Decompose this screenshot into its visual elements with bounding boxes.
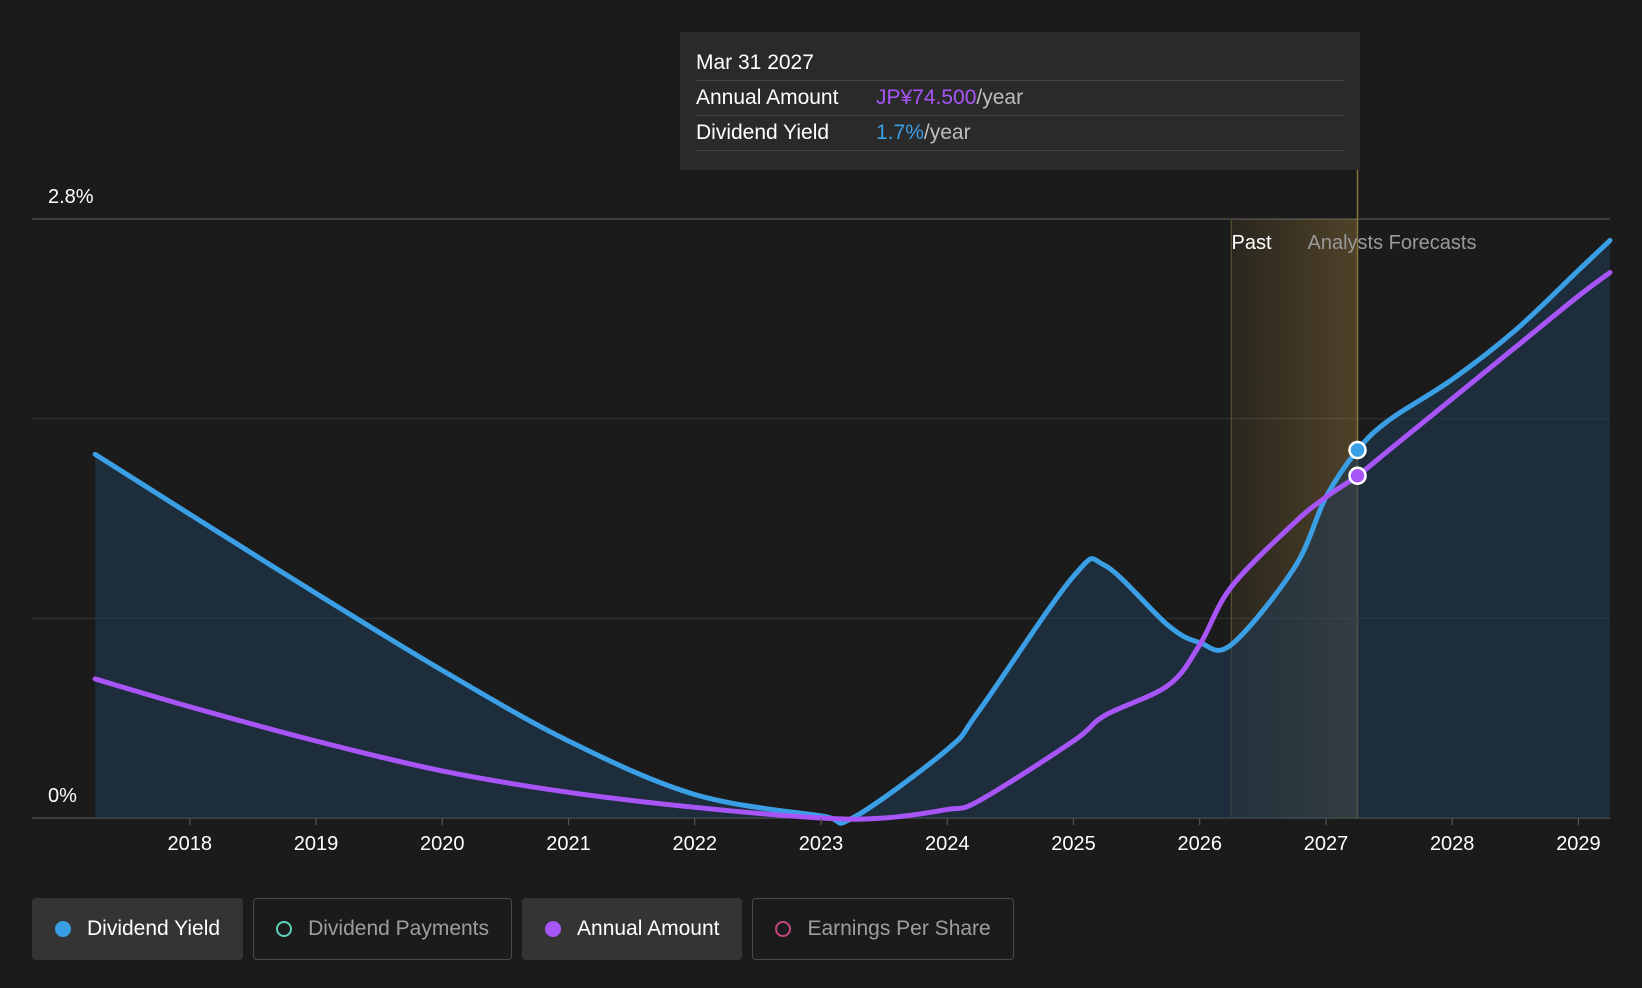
tooltip-value: 1.7% — [876, 121, 924, 144]
tooltip-row-annual-amount: Annual Amount JP¥74.500 /year — [696, 81, 1344, 116]
tooltip-unit: /year — [976, 86, 1024, 109]
x-tick-label: 2029 — [1556, 833, 1601, 855]
x-tick-label: 2019 — [294, 833, 339, 855]
legend-dividend-yield[interactable]: Dividend Yield — [32, 898, 244, 960]
tooltip-label: Dividend Yield — [696, 121, 830, 144]
legend-circle-icon — [276, 921, 293, 937]
y-axis-top-label: 2.8% — [48, 186, 94, 208]
legend-circle-icon — [775, 921, 792, 937]
legend-annual-amount[interactable]: Annual Amount — [522, 898, 743, 960]
tooltip-value: JP¥74.500 — [876, 86, 977, 109]
tooltip-label: Annual Amount — [696, 86, 839, 109]
x-tick-label: 2027 — [1304, 833, 1349, 855]
x-tick-label: 2022 — [673, 833, 718, 855]
tooltip-date: Mar 31 2027 — [696, 46, 1344, 81]
y-axis-bottom-label: 0% — [48, 785, 77, 807]
forecast-label: Analysts Forecasts — [1308, 232, 1477, 254]
legend-label: Dividend Payments — [308, 917, 490, 940]
legend-dot-icon — [545, 921, 562, 937]
x-tick-label: 2024 — [925, 833, 970, 855]
legend-label: Dividend Yield — [87, 917, 221, 940]
hover-marker-0 — [1348, 440, 1367, 460]
tooltip: Mar 31 2027 Annual Amount JP¥74.500 /yea… — [680, 32, 1360, 170]
x-tick-label: 2020 — [420, 833, 465, 855]
x-tick-label: 2021 — [546, 833, 591, 855]
legend-earnings-per-share[interactable]: Earnings Per Share — [752, 898, 1014, 960]
tooltip-row-dividend-yield: Dividend Yield 1.7% /year — [696, 116, 1344, 151]
legend-dividend-payments[interactable]: Dividend Payments — [253, 898, 513, 960]
x-tick-label: 2028 — [1430, 833, 1475, 855]
legend-label: Earnings Per Share — [807, 917, 991, 940]
past-label: Past — [1232, 232, 1272, 254]
x-tick-label: 2023 — [799, 833, 844, 855]
legend: Dividend Yield Dividend Payments Annual … — [32, 898, 1014, 960]
x-axis: 2018 2019 2020 2021 2022 2023 2024 2025 2026 2027… — [168, 818, 1601, 855]
series-area-0 — [95, 240, 1611, 824]
x-tick-label: 2025 — [1051, 833, 1096, 855]
tooltip-unit: /year — [923, 121, 971, 144]
series-layer — [92, 237, 1613, 826]
legend-dot-icon — [55, 921, 71, 937]
hover-marker-1 — [1348, 466, 1367, 485]
x-tick-label: 2026 — [1177, 833, 1222, 855]
x-tick-label: 2018 — [168, 833, 213, 855]
legend-label: Annual Amount — [577, 917, 720, 940]
